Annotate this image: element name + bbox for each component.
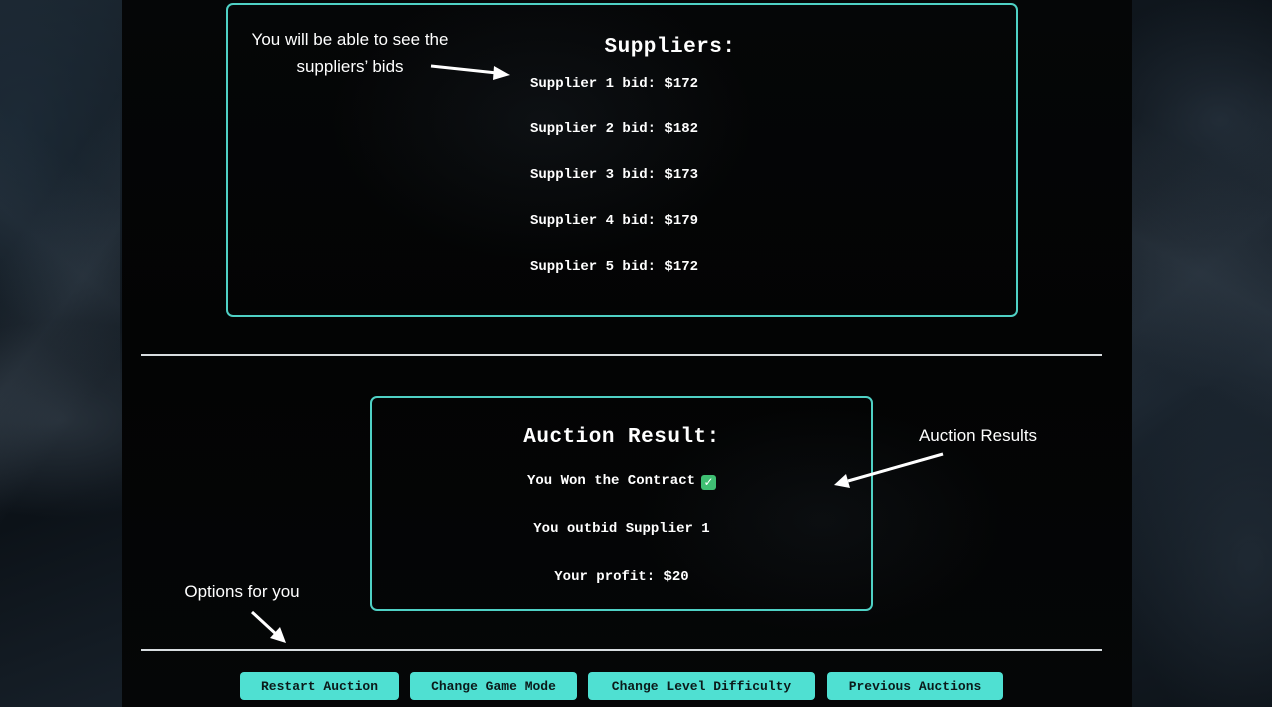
annotation-arrows bbox=[250, 64, 944, 643]
bids-arrow-icon bbox=[430, 64, 510, 80]
options-arrow-icon bbox=[250, 610, 286, 643]
results-arrow-icon bbox=[834, 452, 944, 488]
